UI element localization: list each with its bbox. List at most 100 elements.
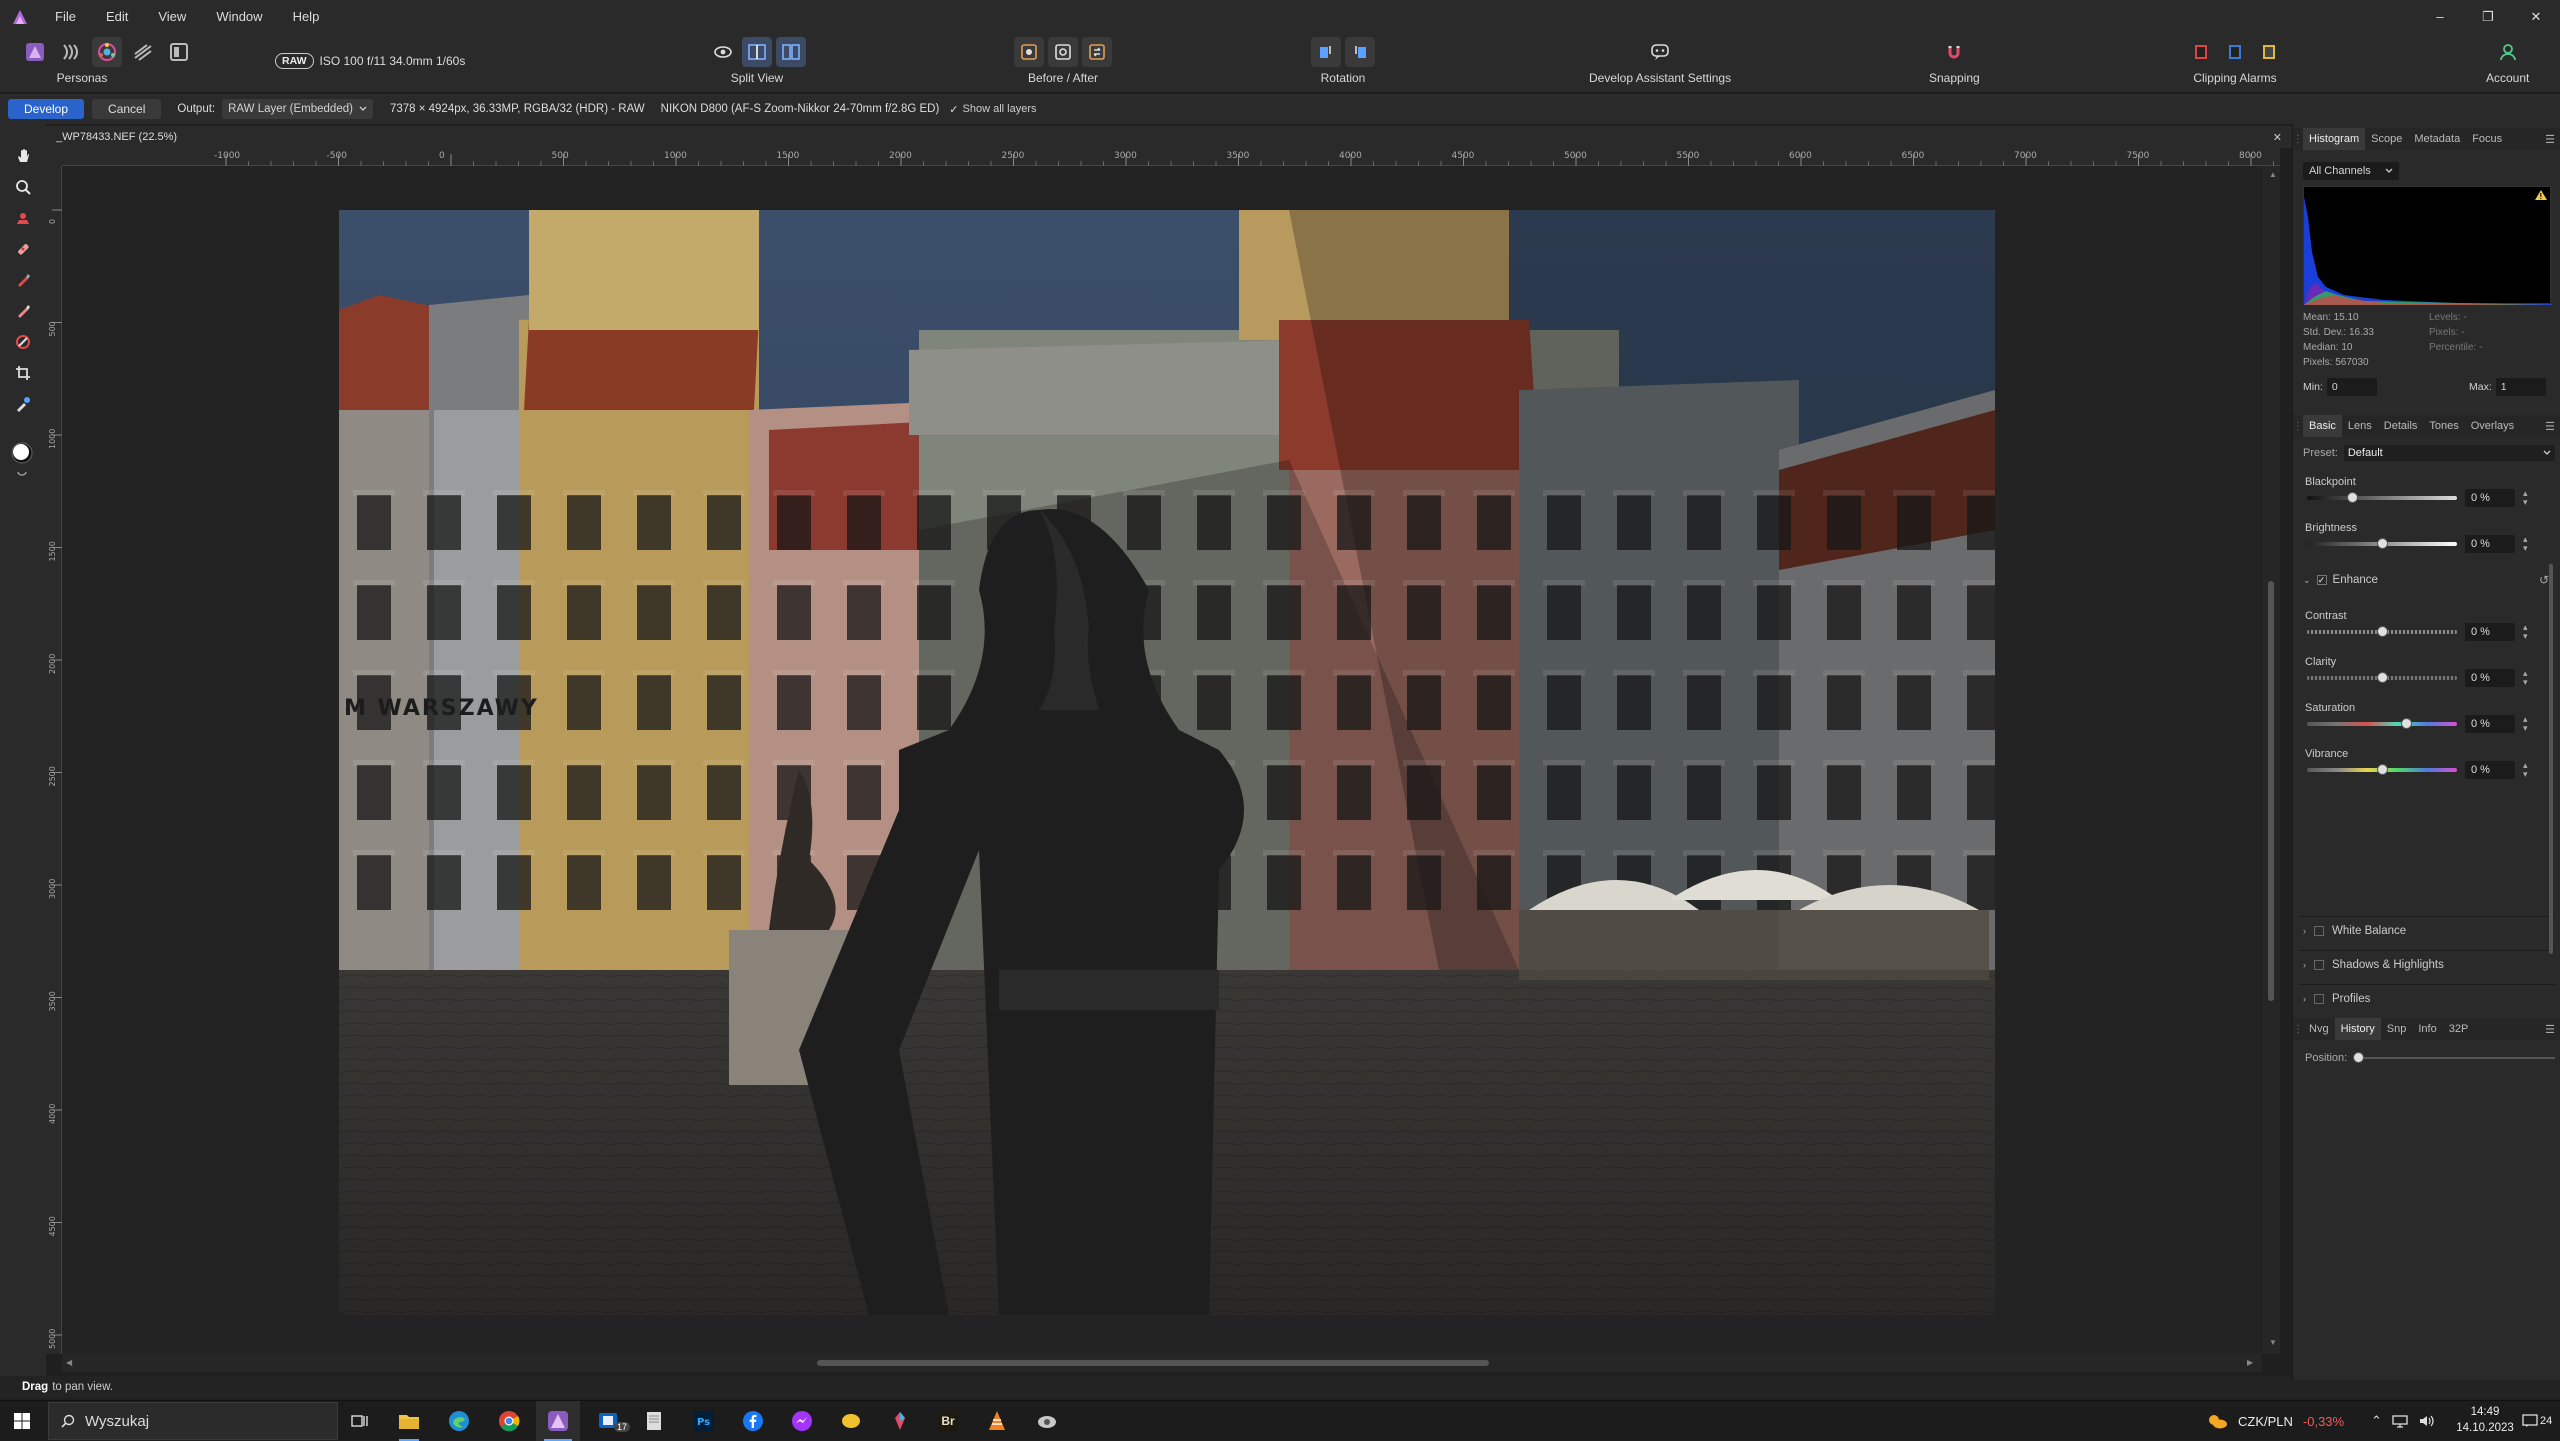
rotate-left-icon[interactable] — [1311, 37, 1341, 67]
overlay-erase-icon[interactable] — [0, 295, 46, 326]
affinity-photo-taskbar-icon[interactable] — [536, 1401, 580, 1441]
before-icon[interactable] — [1014, 37, 1044, 67]
tab-scope[interactable]: Scope — [2365, 133, 2408, 145]
brightness-slider-knob[interactable] — [2377, 538, 2388, 549]
vertical-scroll-thumb[interactable] — [2268, 581, 2274, 1001]
stepper-icon[interactable]: ▴ ▾ — [2523, 761, 2528, 779]
document-tab[interactable]: _WP78433.NEF (22.5%) ✕ — [46, 126, 2292, 148]
tab-navigator[interactable]: Nvg — [2303, 1023, 2335, 1035]
develop-button[interactable]: Develop — [8, 99, 85, 119]
menu-help[interactable]: Help — [278, 0, 335, 33]
tab-info[interactable]: Info — [2412, 1023, 2442, 1035]
tab-focus[interactable]: Focus — [2466, 133, 2508, 145]
assistant-icon[interactable] — [1645, 37, 1675, 67]
menu-view[interactable]: View — [143, 0, 201, 33]
after-icon[interactable] — [1048, 37, 1078, 67]
clip-tones-icon[interactable] — [2220, 37, 2250, 67]
scroll-up-icon[interactable]: ▲ — [2269, 170, 2277, 179]
panel-menu-icon[interactable]: ☰ — [2545, 133, 2555, 146]
zoom-tool-icon[interactable] — [0, 171, 46, 202]
notifications[interactable]: 24 — [2522, 1401, 2552, 1441]
app-colorful-icon[interactable] — [878, 1401, 922, 1441]
shadows-highlights-section[interactable]: › Shadows & Highlights — [2299, 950, 2555, 978]
swap-icon[interactable] — [1082, 37, 1112, 67]
tab-metadata[interactable]: Metadata — [2408, 133, 2466, 145]
chevron-up-icon[interactable]: ⌃ — [2371, 1413, 2382, 1429]
profiles-checkbox[interactable] — [2314, 993, 2324, 1004]
tone-map-persona-icon[interactable] — [128, 37, 158, 67]
panel-menu-icon[interactable]: ☰ — [2545, 1023, 2555, 1036]
menu-edit[interactable]: Edit — [91, 0, 143, 33]
tab-histogram[interactable]: Histogram — [2303, 128, 2366, 150]
scroll-right-icon[interactable]: ▶ — [2247, 1358, 2253, 1367]
network-icon[interactable] — [2392, 1414, 2408, 1428]
bridge-icon[interactable]: Br — [926, 1401, 970, 1441]
tab-tones[interactable]: Tones — [2423, 420, 2464, 432]
enhance-check-icon[interactable]: ✓ — [2316, 575, 2327, 585]
task-view-icon[interactable] — [338, 1401, 382, 1441]
tab-overlays[interactable]: Overlays — [2465, 420, 2520, 432]
restore-button[interactable]: ❐ — [2464, 0, 2512, 33]
overlay-gradient-icon[interactable] — [0, 326, 46, 357]
blackpoint-slider-knob[interactable] — [2347, 492, 2358, 503]
taskbar-search[interactable]: Wyszukaj — [48, 1402, 338, 1440]
mirror-view-icon[interactable] — [776, 37, 806, 67]
clarity-value[interactable]: 0 % — [2465, 669, 2515, 687]
tab-lens[interactable]: Lens — [2342, 420, 2378, 432]
canvas-area[interactable]: M WARSZAWY — [62, 166, 2280, 1354]
rotate-right-icon[interactable] — [1345, 37, 1375, 67]
clip-highlights-icon[interactable] — [2254, 37, 2284, 67]
tab-32p[interactable]: 32P — [2443, 1023, 2475, 1035]
stepper-icon[interactable]: ▴ ▾ — [2523, 489, 2528, 507]
tab-history[interactable]: History — [2334, 1018, 2381, 1040]
single-view-icon[interactable] — [708, 37, 738, 67]
minimize-button[interactable]: – — [2416, 0, 2464, 33]
currency-pair[interactable]: CZK/PLN — [2238, 1414, 2293, 1429]
scroll-down-icon[interactable]: ▼ — [2269, 1338, 2277, 1347]
clock[interactable]: 14:49 14.10.2023 — [2450, 1404, 2520, 1436]
profiles-section[interactable]: › Profiles — [2299, 984, 2555, 1012]
notepad-icon[interactable] — [632, 1401, 676, 1441]
saturation-slider-knob[interactable] — [2401, 718, 2412, 729]
stepper-icon[interactable]: ▴ ▾ — [2523, 623, 2528, 641]
volume-icon[interactable] — [2418, 1414, 2434, 1428]
saturation-slider[interactable] — [2307, 722, 2457, 726]
white-balance-picker-icon[interactable] — [0, 388, 46, 419]
reset-icon[interactable]: ↺ — [2539, 573, 2549, 587]
channel-select[interactable]: All Channels — [2303, 162, 2399, 180]
menu-file[interactable]: File — [40, 0, 91, 33]
menu-window[interactable]: Window — [201, 0, 277, 33]
contrast-slider-knob[interactable] — [2377, 626, 2388, 637]
blackpoint-value[interactable]: 0 % — [2465, 489, 2515, 507]
hand-tool-icon[interactable] — [0, 140, 46, 171]
blackpoint-slider[interactable] — [2307, 496, 2457, 500]
chrome-icon[interactable] — [487, 1401, 531, 1441]
panel-scrollbar[interactable] — [2549, 564, 2553, 954]
app-yellow-icon[interactable] — [829, 1401, 873, 1441]
white-balance-checkbox[interactable] — [2314, 925, 2324, 936]
tab-snapshots[interactable]: Snp — [2381, 1023, 2413, 1035]
tab-details[interactable]: Details — [2378, 420, 2424, 432]
clip-shadows-icon[interactable] — [2186, 37, 2216, 67]
shadows-checkbox[interactable] — [2314, 959, 2324, 970]
stepper-icon[interactable]: ▴ ▾ — [2523, 715, 2528, 733]
contrast-value[interactable]: 0 % — [2465, 623, 2515, 641]
saturation-value[interactable]: 0 % — [2465, 715, 2515, 733]
position-knob[interactable] — [2353, 1052, 2365, 1063]
outlook-icon[interactable]: 17 — [587, 1401, 631, 1441]
preset-select[interactable]: Default — [2343, 445, 2555, 461]
horizontal-scrollbar[interactable]: ◀ ▶ — [62, 1354, 2262, 1372]
show-all-layers-label[interactable]: Show all layers — [963, 103, 1037, 115]
messenger-icon[interactable] — [780, 1401, 824, 1441]
account-icon[interactable] — [2493, 37, 2523, 67]
split-view-icon[interactable] — [742, 37, 772, 67]
brightness-value[interactable]: 0 % — [2465, 535, 2515, 553]
color-swatch[interactable] — [0, 435, 46, 481]
crop-tool-icon[interactable] — [0, 357, 46, 388]
cancel-button[interactable]: Cancel — [92, 99, 162, 119]
tab-basic[interactable]: Basic — [2303, 415, 2342, 437]
app-cloud-icon[interactable] — [1025, 1401, 1069, 1441]
vibrance-slider-knob[interactable] — [2377, 764, 2388, 775]
photoshop-icon[interactable]: Ps — [682, 1401, 726, 1441]
white-balance-section[interactable]: › White Balance — [2299, 916, 2555, 944]
